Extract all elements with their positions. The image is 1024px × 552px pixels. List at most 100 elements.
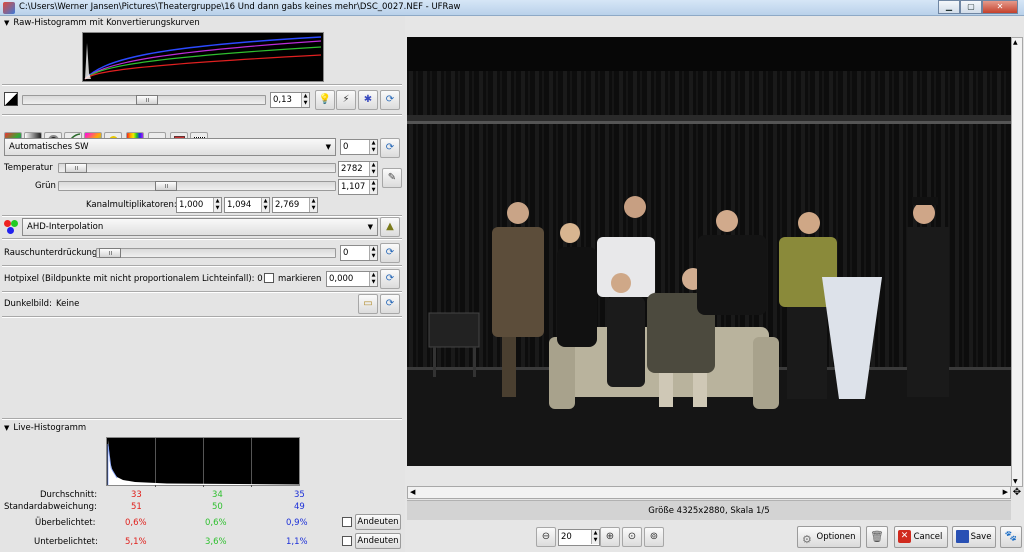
title-bar: C:\Users\Werner Jansen\Pictures\Theaterg… — [0, 0, 1024, 16]
auto-exposure-bulb-button[interactable]: 💡 — [315, 90, 335, 110]
hotpixel-threshold-input[interactable]: 0,000 ▲ ▼ — [326, 271, 378, 287]
spin-arrows-icon[interactable]: ▲ ▼ — [591, 530, 599, 544]
window-controls: ▁ ▢ ✕ — [938, 0, 1018, 14]
multiplier-green-value: 1,094 — [227, 200, 252, 210]
green-value: 1,107 — [341, 182, 366, 192]
zoom-fit-button[interactable]: ⊙ — [622, 527, 642, 547]
gears-icon: ⚙ — [802, 533, 812, 546]
overexposed-red: 0,6% — [125, 518, 147, 528]
underexposed-indicate-checkbox[interactable] — [342, 536, 352, 546]
white-balance-preset-select[interactable]: Automatisches SW ▼ — [4, 138, 336, 156]
zoom-100-button[interactable]: ⊚ — [644, 527, 664, 547]
reset-darkframe-button[interactable]: ⟳ — [380, 294, 400, 314]
spin-arrows-icon[interactable]: ▲ ▼ — [369, 180, 377, 194]
separator — [2, 265, 402, 267]
spin-arrows-icon[interactable]: ▲ ▼ — [369, 140, 377, 154]
average-red: 33 — [131, 490, 142, 500]
denoise-input[interactable]: 0 ▲ ▼ — [340, 245, 378, 261]
denoise-slider-thumb[interactable] — [99, 248, 121, 258]
floppy-disk-icon — [956, 530, 969, 543]
multiplier-green-input[interactable]: 1,094 ▲ ▼ — [224, 197, 270, 213]
send-to-gimp-button[interactable]: 🐾 — [1000, 526, 1022, 548]
raw-histogram-title: Raw-Histogramm mit Konvertierungskurven — [13, 18, 200, 28]
exposure-slider[interactable] — [22, 95, 266, 105]
exposure-value: 0,13 — [273, 95, 292, 105]
temperature-slider[interactable] — [58, 163, 336, 173]
save-label: Save — [970, 532, 992, 542]
spin-arrows-icon[interactable]: ▲ ▼ — [309, 198, 317, 212]
darkframe-value: Keine — [56, 299, 80, 309]
average-label: Durchschnitt: — [40, 490, 98, 500]
close-button[interactable]: ✕ — [982, 0, 1018, 14]
temperature-input[interactable]: 2782 ▲ ▼ — [338, 161, 378, 177]
minimize-button[interactable]: ▁ — [938, 0, 960, 14]
denoise-value: 0 — [343, 248, 349, 258]
scroll-left-arrow-icon[interactable]: ◀ — [410, 488, 415, 496]
delete-trash-button[interactable]: 🗑 — [866, 526, 888, 548]
interpolation-select[interactable]: AHD-Interpolation ▼ — [22, 218, 378, 236]
hotpixel-label: Hotpixel (Bildpunkte mit nicht proportio… — [4, 274, 263, 284]
separator — [2, 84, 402, 86]
expander-down-icon: ▼ — [4, 424, 10, 432]
multiplier-red-value: 1,000 — [179, 200, 204, 210]
zoom-in-button[interactable]: ⊕ — [600, 527, 620, 547]
scroll-up-arrow-icon[interactable]: ▲ — [1013, 39, 1018, 46]
std-deviation-green: 50 — [212, 502, 223, 512]
reset-white-balance-button[interactable]: ⟳ — [380, 138, 400, 158]
scroll-move-icon[interactable]: ✥ — [1011, 487, 1023, 499]
cancel-button[interactable]: ✕ Cancel — [894, 526, 948, 548]
clip-highlights-button[interactable]: ✱ — [358, 90, 378, 110]
live-histogram-header[interactable]: ▼ Live-Histogramm — [0, 422, 403, 435]
smoothing-button[interactable]: ▲ — [380, 217, 400, 237]
white-balance-finetune-input[interactable]: 0 ▲ ▼ — [340, 139, 378, 155]
overexposed-indicate-checkbox[interactable] — [342, 517, 352, 527]
zoom-input[interactable]: 20 ▲ ▼ — [558, 529, 600, 546]
dropdown-arrow-icon: ▼ — [325, 143, 331, 151]
multiplier-blue-value: 2,769 — [275, 200, 300, 210]
reset-hotpixel-button[interactable]: ⟳ — [380, 269, 400, 289]
spot-white-balance-picker-button[interactable]: ✎ — [382, 168, 402, 188]
restore-details-button[interactable]: ⚡ — [336, 90, 356, 110]
green-input[interactable]: 1,107 ▲ ▼ — [338, 179, 378, 195]
scroll-right-arrow-icon[interactable]: ▶ — [1003, 488, 1008, 496]
spin-arrows-icon[interactable]: ▲ ▼ — [213, 198, 221, 212]
horizontal-scrollbar[interactable]: ◀ ▶ — [407, 486, 1011, 499]
spin-arrows-icon[interactable]: ▲ ▼ — [369, 272, 377, 286]
overexposed-blue: 0,9% — [286, 518, 308, 528]
underexposed-indicate-button[interactable]: Andeuten — [355, 533, 401, 549]
exposure-slider-thumb[interactable] — [136, 95, 158, 105]
hotpixel-threshold-value: 0,000 — [329, 274, 354, 284]
reset-denoise-button[interactable]: ⟳ — [380, 243, 400, 263]
cancel-x-icon: ✕ — [898, 530, 911, 543]
spin-arrows-icon[interactable]: ▲ ▼ — [301, 93, 309, 107]
image-preview[interactable] — [407, 37, 1011, 466]
temperature-slider-thumb[interactable] — [65, 163, 87, 173]
green-slider[interactable] — [58, 181, 336, 191]
darkframe-label: Dunkelbild: — [4, 299, 52, 309]
maximize-button[interactable]: ▢ — [960, 0, 982, 14]
hotpixel-mark-label: markieren — [278, 274, 322, 284]
expander-down-icon: ▼ — [4, 19, 10, 27]
vertical-scrollbar[interactable]: ▲ ▼ — [1011, 37, 1023, 487]
live-histogram-curve — [107, 440, 299, 485]
separator — [2, 215, 402, 217]
raw-histogram-header[interactable]: ▼ Raw-Histogramm mit Konvertierungskurven — [0, 17, 403, 30]
load-darkframe-folder-button[interactable]: ▭ — [358, 294, 378, 314]
zoom-value: 20 — [561, 532, 572, 542]
save-button[interactable]: Save — [952, 526, 996, 548]
exposure-value-input[interactable]: 0,13 ▲ ▼ — [270, 92, 310, 108]
spin-arrows-icon[interactable]: ▲ ▼ — [369, 162, 377, 176]
multiplier-red-input[interactable]: 1,000 ▲ ▼ — [176, 197, 222, 213]
hotpixel-mark-checkbox[interactable] — [264, 273, 274, 283]
denoise-slider[interactable] — [96, 248, 336, 258]
spin-arrows-icon[interactable]: ▲ ▼ — [261, 198, 269, 212]
status-bar: Größe 4325x2880, Skala 1/5 — [407, 500, 1011, 520]
spin-arrows-icon[interactable]: ▲ ▼ — [369, 246, 377, 260]
green-slider-thumb[interactable] — [155, 181, 177, 191]
scroll-down-arrow-icon[interactable]: ▼ — [1013, 478, 1018, 485]
reset-exposure-button[interactable]: ⟳ — [380, 90, 400, 110]
overexposed-indicate-button[interactable]: Andeuten — [355, 514, 401, 530]
zoom-out-button[interactable]: ⊖ — [536, 527, 556, 547]
multiplier-blue-input[interactable]: 2,769 ▲ ▼ — [272, 197, 318, 213]
options-button[interactable]: ⚙ Optionen — [797, 526, 861, 548]
